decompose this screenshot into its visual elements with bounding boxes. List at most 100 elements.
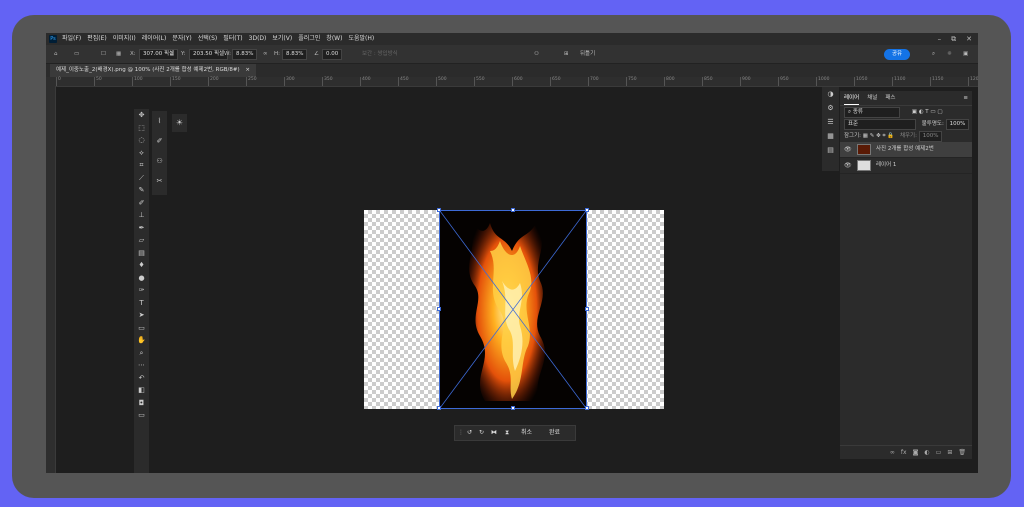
- link-icon[interactable]: ∞: [263, 45, 268, 63]
- menu-item[interactable]: 필터(T): [223, 33, 242, 45]
- panel-menu-icon[interactable]: ≡: [963, 91, 972, 105]
- group-icon[interactable]: ▭: [936, 446, 942, 459]
- adjustments-panel-icon[interactable]: ☰: [822, 115, 839, 129]
- filter-shape-icon[interactable]: ▭: [930, 109, 935, 115]
- interpolation-select[interactable]: 보간 : 쌍입방식: [362, 45, 398, 63]
- history-brush-tool-icon[interactable]: ✒: [134, 222, 149, 235]
- filter-type-icon[interactable]: T: [925, 109, 928, 115]
- quick-select-tool-icon[interactable]: ⟡: [134, 147, 149, 160]
- layer-row[interactable]: 👁 레이어 1: [840, 158, 972, 174]
- handle-bottom-right[interactable]: [585, 406, 589, 410]
- rotate-left-icon[interactable]: ↺: [467, 426, 472, 440]
- reference-point-grid-icon[interactable]: ▦: [116, 45, 121, 63]
- delete-layer-icon[interactable]: 🗑: [958, 446, 966, 459]
- angle-field[interactable]: 0.00: [322, 49, 343, 60]
- document-tab[interactable]: 예제_이중노출_2(배경X).png @ 100% (사진 2개를 합성 예제2…: [50, 64, 256, 77]
- vertical-ruler[interactable]: [46, 86, 56, 473]
- visibility-eye-icon[interactable]: 👁: [844, 158, 852, 173]
- pen-tool-icon[interactable]: ✑: [134, 284, 149, 297]
- clone-source-icon[interactable]: ⚇: [152, 151, 167, 171]
- menu-item[interactable]: 창(W): [326, 33, 342, 45]
- type-tool-icon[interactable]: T: [134, 297, 149, 310]
- close-button[interactable]: ✕: [966, 33, 972, 45]
- layer-filter-select[interactable]: ⌕ 종류: [844, 107, 900, 118]
- adjustments-icon[interactable]: ☀: [172, 114, 187, 132]
- fill-field[interactable]: 100%: [918, 131, 943, 142]
- blend-mode-select[interactable]: 표준: [844, 119, 916, 130]
- quick-mask-icon[interactable]: ◘: [134, 397, 149, 410]
- done-button[interactable]: 완료: [549, 426, 560, 440]
- gradient-tool-icon[interactable]: ▤: [134, 247, 149, 260]
- filter-smart-icon[interactable]: ▢: [937, 109, 942, 115]
- lock-paint-icon[interactable]: ✎: [870, 133, 875, 139]
- brush-settings-icon[interactable]: ⌇: [152, 111, 167, 131]
- path-select-tool-icon[interactable]: ➤: [134, 309, 149, 322]
- horizontal-ruler[interactable]: 0 50 100 150 200 250 300 350 400 450 500 550 600 650 7…: [46, 77, 978, 87]
- dodge-tool-icon[interactable]: ●: [134, 272, 149, 285]
- y-field[interactable]: 203.50 픽셀: [189, 49, 229, 60]
- handle-bottom[interactable]: [511, 406, 515, 410]
- blur-tool-icon[interactable]: ♦: [134, 259, 149, 272]
- restore-button[interactable]: ⧉: [951, 33, 956, 45]
- eraser-tool-icon[interactable]: ▱: [134, 234, 149, 247]
- menu-item[interactable]: 플러그인: [298, 33, 320, 45]
- warp-toggle[interactable]: ⊞: [564, 45, 569, 63]
- properties-panel-icon[interactable]: ⚙: [822, 101, 839, 115]
- zoom-tool-icon[interactable]: ⌕: [134, 347, 149, 360]
- lock-position-icon[interactable]: ✥: [876, 133, 881, 139]
- lock-artboard-icon[interactable]: ⌗: [882, 133, 885, 139]
- color-panel-icon[interactable]: ◑: [822, 87, 839, 101]
- delta-icon[interactable]: Δ: [170, 45, 174, 63]
- adjustment-layer-icon[interactable]: ◐: [924, 446, 929, 459]
- filter-pixel-icon[interactable]: ▣: [912, 109, 917, 115]
- tab-layers[interactable]: 레이어: [844, 91, 860, 105]
- move-tool-icon[interactable]: ✥: [134, 109, 149, 122]
- handle-bottom-left[interactable]: [437, 406, 441, 410]
- handle-right[interactable]: [585, 307, 589, 311]
- link-layers-icon[interactable]: ∞: [890, 446, 895, 459]
- more-tools-icon[interactable]: ⋯: [134, 359, 149, 372]
- handle-top-right[interactable]: [585, 208, 589, 212]
- hand-tool-icon[interactable]: ✋: [134, 334, 149, 347]
- menu-item[interactable]: 보기(V): [272, 33, 292, 45]
- libraries-panel-icon[interactable]: ▦: [822, 129, 839, 143]
- handle-top[interactable]: [511, 208, 515, 212]
- lock-transparency-icon[interactable]: ▦: [863, 133, 868, 139]
- healing-brush-tool-icon[interactable]: ✎: [134, 184, 149, 197]
- drag-handle-icon[interactable]: ⋮: [458, 426, 464, 440]
- default-colors-icon[interactable]: ↶: [134, 372, 149, 385]
- reference-point-checkbox[interactable]: ☐: [101, 45, 106, 63]
- color-swatches[interactable]: ◧: [134, 384, 149, 397]
- puppet-warp-icon[interactable]: ⚇: [534, 45, 539, 63]
- cancel-button[interactable]: 취소: [521, 426, 532, 440]
- menu-item[interactable]: 파일(F): [62, 33, 81, 45]
- layer-row[interactable]: 👁 사진 2개를 합성 예제2번: [840, 142, 972, 158]
- visibility-eye-icon[interactable]: 👁: [844, 142, 852, 157]
- menu-item[interactable]: 도움말(H): [348, 33, 374, 45]
- opacity-field[interactable]: 100%: [945, 119, 970, 130]
- marquee-tool-icon[interactable]: ⬚: [134, 122, 149, 135]
- tool-presets-icon[interactable]: ✂: [152, 171, 167, 191]
- tab-paths[interactable]: 패스: [885, 91, 895, 105]
- menu-item[interactable]: 선택(S): [198, 33, 218, 45]
- screen-mode-icon[interactable]: ▭: [134, 409, 149, 422]
- menu-item[interactable]: 3D(D): [249, 33, 267, 45]
- flip-vertical-icon[interactable]: ⧗: [505, 426, 509, 440]
- menu-item[interactable]: 레이어(L): [142, 33, 167, 45]
- menu-item[interactable]: 문자(Y): [172, 33, 191, 45]
- tab-channels[interactable]: 채널: [867, 91, 877, 105]
- close-tab-icon[interactable]: ×: [245, 67, 250, 73]
- search-icon[interactable]: ⌕: [932, 45, 935, 63]
- home-icon[interactable]: ⌂: [54, 45, 58, 63]
- new-layer-icon[interactable]: ⊞: [947, 446, 952, 459]
- workspace-icon[interactable]: ▣: [963, 45, 968, 63]
- layers-grid-icon[interactable]: ▤: [822, 143, 839, 157]
- brush-tool-icon[interactable]: ✐: [134, 197, 149, 210]
- filter-adjust-icon[interactable]: ◐: [919, 109, 924, 115]
- brightness-icon[interactable]: ☼: [947, 45, 952, 63]
- layer-mask-icon[interactable]: ◙: [913, 446, 919, 459]
- crop-tool-icon[interactable]: ⌗: [134, 159, 149, 172]
- eyedropper-tool-icon[interactable]: ⟋: [134, 172, 149, 185]
- flip-horizontal-icon[interactable]: ⧓: [491, 426, 497, 440]
- lasso-tool-icon[interactable]: ◌: [134, 134, 149, 147]
